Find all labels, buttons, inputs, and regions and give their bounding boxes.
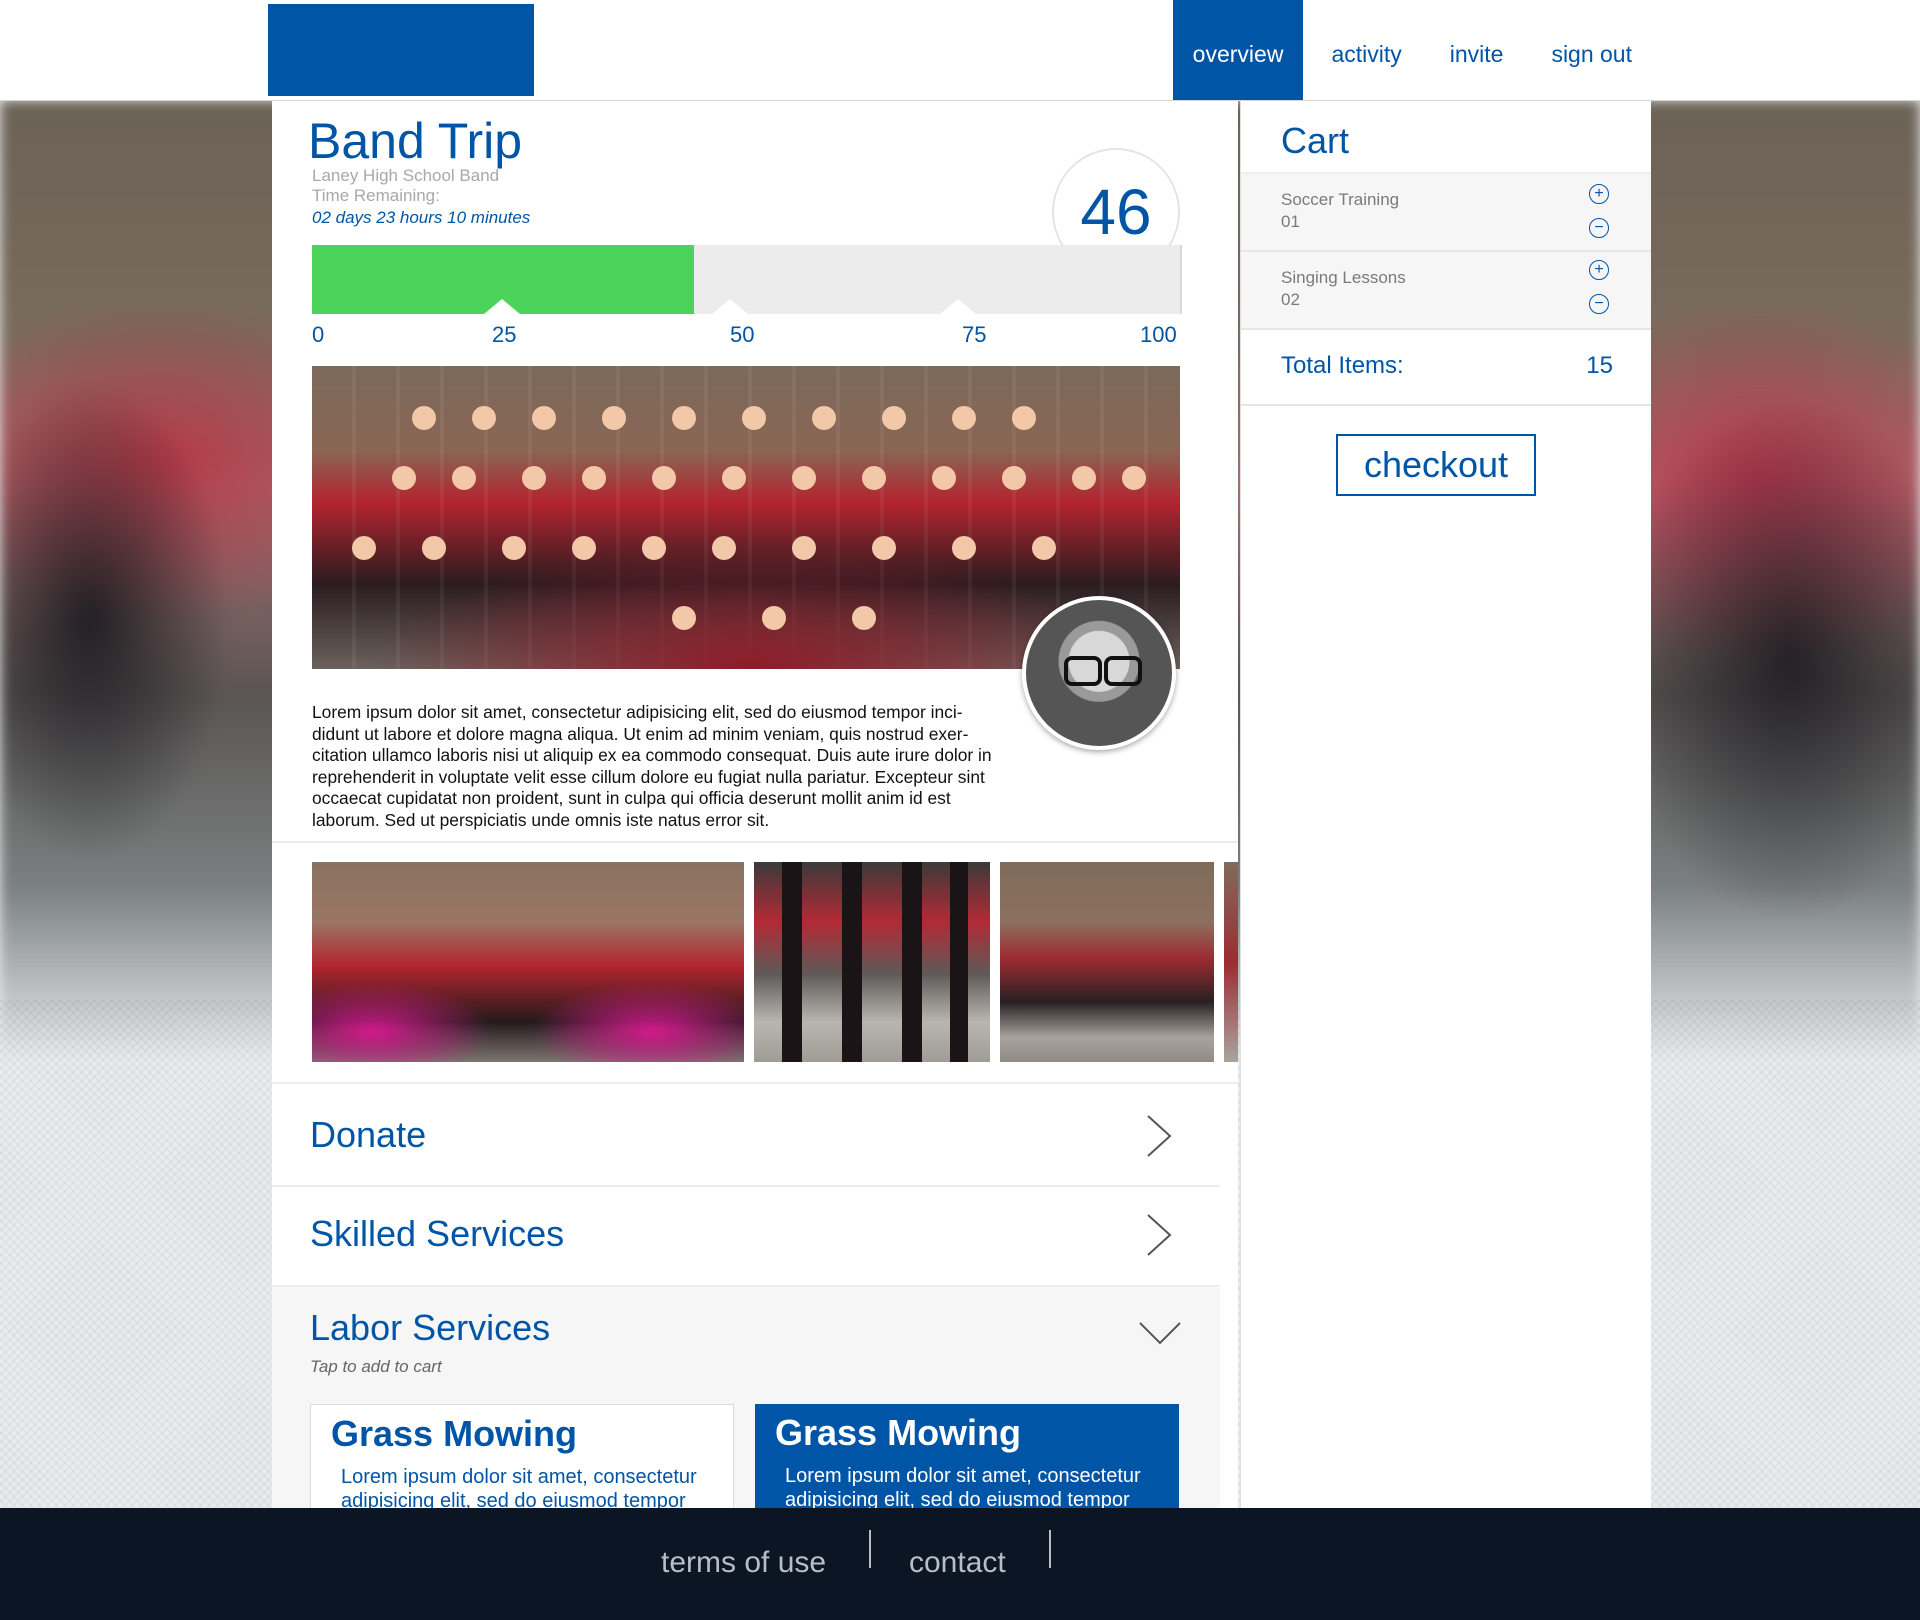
cart-total: Total Items: 15 (1241, 332, 1651, 406)
service-card-description: Lorem ipsum dolor sit amet, consectetur … (785, 1465, 1141, 1510)
scale-label: 0 (312, 322, 325, 347)
logo[interactable] (268, 4, 534, 96)
section-skilled-label: Skilled Services (310, 1213, 565, 1254)
time-remaining-value: 02 days 23 hours 10 minutes (312, 208, 531, 227)
photo-crowd-row (312, 406, 1180, 466)
top-bar: overview activity invite sign out (0, 0, 1920, 101)
cart-item-name: Singing Lessons (1281, 268, 1406, 287)
gallery-thumbnail[interactable] (1224, 862, 1238, 1062)
cart-item-name: Soccer Training (1281, 190, 1400, 209)
footer: terms of use contact (0, 1508, 1920, 1620)
progress-bar (312, 245, 1182, 314)
cart-total-label: Total Items: (1281, 352, 1404, 379)
cart-title: Cart (1281, 120, 1350, 161)
cart-item: Singing Lessons 02 + − (1241, 252, 1651, 330)
scale-label: 100 (1140, 322, 1177, 347)
footer-divider (1049, 1530, 1051, 1568)
progress-tick-marker (484, 299, 520, 314)
time-remaining-label: Time Remaining: (312, 186, 440, 205)
cart-total-value: 15 (1586, 352, 1613, 379)
nav-overview[interactable]: overview (1172, 0, 1304, 100)
scale-label: 75 (962, 322, 987, 347)
service-card-title: Grass Mowing (331, 1413, 578, 1454)
section-donate-label: Donate (310, 1114, 427, 1155)
photo-crowd-row (312, 536, 1180, 596)
labor-services-header[interactable]: Labor Services (272, 1287, 1220, 1353)
progress-tick-marker (940, 299, 976, 314)
service-card-grass-mowing-selected[interactable]: Grass Mowing Lorem ipsum dolor sit amet,… (755, 1404, 1179, 1510)
nav-activity[interactable]: activity (1311, 0, 1421, 100)
gallery-thumbnail[interactable] (1000, 862, 1214, 1062)
service-card-description: Lorem ipsum dolor sit amet, consectetur … (341, 1466, 697, 1510)
cart-item: Soccer Training 01 + − (1241, 174, 1651, 252)
footer-contact-link[interactable]: contact (909, 1546, 1006, 1580)
divider (272, 841, 1238, 843)
service-card-grass-mowing[interactable]: Grass Mowing Lorem ipsum dolor sit amet,… (310, 1404, 734, 1510)
photo-gallery (312, 862, 1238, 1062)
scale-label: 50 (730, 322, 755, 347)
chevron-right-icon (1147, 1214, 1172, 1256)
section-skilled-services[interactable]: Skilled Services (272, 1187, 1220, 1285)
chevron-right-icon (1147, 1115, 1172, 1157)
organizer-avatar[interactable] (1022, 596, 1176, 750)
scale-label: 25 (492, 322, 517, 347)
cart-item-quantity: 01 (1281, 212, 1300, 231)
footer-divider (869, 1530, 871, 1568)
tap-to-add-hint: Tap to add to cart (310, 1357, 442, 1376)
cart-panel: Cart Soccer Training 01 + − Singing Less… (1240, 100, 1651, 1510)
photo-crowd-row (312, 466, 1180, 526)
minus-circle-icon[interactable]: − (1589, 218, 1609, 238)
campaign-card: Band Trip Laney High School Band Time Re… (272, 100, 1238, 1510)
chevron-down-icon (1139, 1322, 1181, 1345)
section-labor-label: Labor Services (310, 1307, 551, 1348)
section-donate[interactable]: Donate (272, 1084, 1220, 1186)
gallery-thumbnail[interactable] (754, 862, 990, 1062)
minus-circle-icon[interactable]: − (1589, 294, 1609, 314)
progress-scale: 0 25 50 75 100 (312, 322, 1180, 352)
plus-circle-icon[interactable]: + (1589, 184, 1609, 204)
cart-item-quantity: 02 (1281, 290, 1300, 309)
campaign-title: Band Trip (308, 113, 523, 169)
service-card-title: Grass Mowing (775, 1412, 1022, 1453)
section-labor-services: Labor Services Tap to add to cart Grass … (272, 1287, 1220, 1510)
nav-sign-out[interactable]: sign out (1531, 0, 1652, 100)
campaign-description: Lorem ipsum dolor sit amet, consectetur … (312, 702, 992, 830)
gallery-thumbnail[interactable] (312, 862, 744, 1062)
main-nav: overview activity invite sign out (1172, 0, 1652, 100)
checkout-button[interactable]: checkout (1336, 434, 1536, 496)
footer-terms-link[interactable]: terms of use (661, 1546, 826, 1580)
progress-tick-marker (712, 299, 748, 314)
organization-name: Laney High School Band (312, 166, 500, 185)
nav-invite[interactable]: invite (1430, 0, 1524, 100)
plus-circle-icon[interactable]: + (1589, 260, 1609, 280)
